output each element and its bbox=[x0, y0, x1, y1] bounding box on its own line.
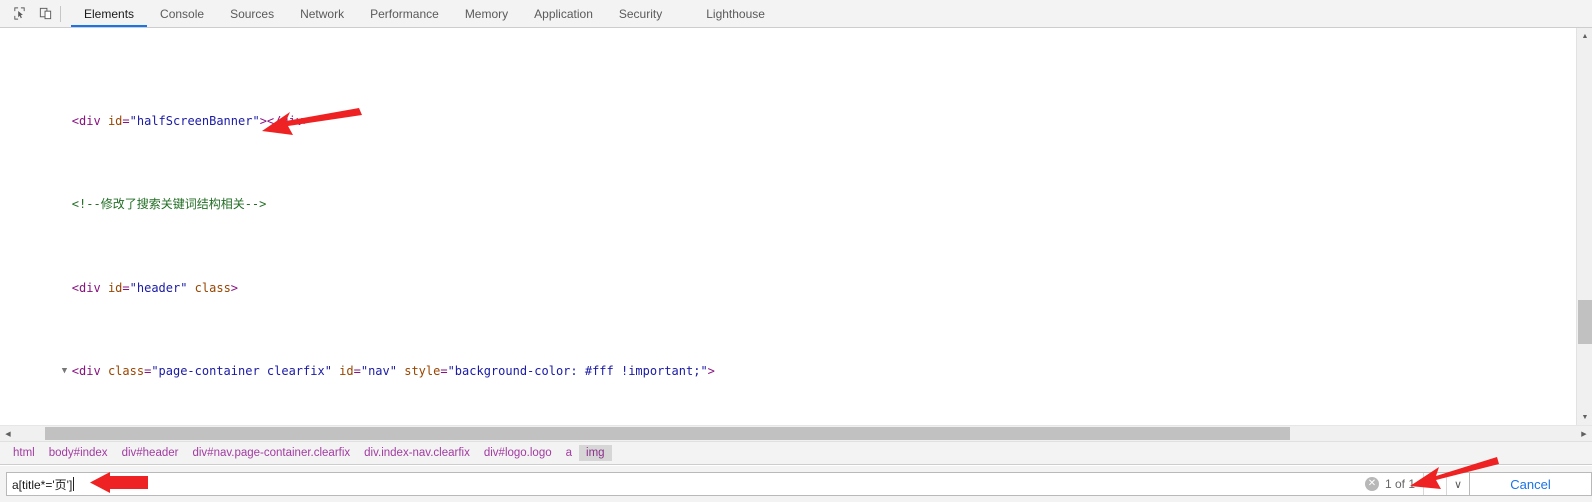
attr-value-nav: "nav" bbox=[360, 364, 397, 379]
attr-value-pagecontainer: "page-container clearfix" bbox=[151, 364, 332, 379]
disclosure-arrow: ▶ bbox=[62, 196, 72, 213]
scroll-right-glyph: ▶ bbox=[1581, 430, 1587, 438]
tab-sources[interactable]: Sources bbox=[217, 0, 287, 27]
dom-node-halfscreenbanner[interactable]: ▶<div id="halfScreenBanner"></div> bbox=[0, 96, 1570, 128]
dom-tree-vertical-scrollbar[interactable]: ▲ ▼ bbox=[1576, 28, 1592, 425]
tab-network[interactable]: Network bbox=[287, 0, 357, 27]
tab-console[interactable]: Console bbox=[147, 0, 217, 27]
tab-console-label: Console bbox=[160, 6, 205, 21]
scroll-left-icon[interactable]: ◀ bbox=[0, 426, 16, 441]
tab-application-label: Application bbox=[534, 6, 593, 21]
dom-tree: ▶<div id="halfScreenBanner"></div> ▶<!--… bbox=[0, 28, 1570, 425]
vertical-scrollbar-thumb[interactable] bbox=[1578, 300, 1592, 344]
breadcrumb-item-indexnav[interactable]: div.index-nav.clearfix bbox=[357, 445, 477, 461]
tag-name: div bbox=[79, 113, 101, 128]
text-caret bbox=[73, 477, 75, 491]
clear-search-icon[interactable]: ✕ bbox=[1364, 477, 1379, 491]
attr-value-header: "header" bbox=[129, 280, 188, 295]
breadcrumb-item-header[interactable]: div#header bbox=[115, 445, 186, 461]
tab-lighthouse[interactable]: Lighthouse bbox=[693, 0, 778, 27]
comment-text: <!--修改了搜索关键词结构相关--> bbox=[71, 197, 267, 212]
attr-name-id: id bbox=[107, 113, 123, 128]
inspect-element-icon[interactable] bbox=[6, 2, 32, 26]
devtools-window: Elements Console Sources Network Perform… bbox=[0, 0, 1592, 502]
horizontal-scrollbar-thumb[interactable] bbox=[45, 427, 1290, 440]
breadcrumb-item-logo[interactable]: div#logo.logo bbox=[477, 445, 559, 461]
scroll-right-icon[interactable]: ▶ bbox=[1576, 426, 1592, 441]
disclosure-arrow-expanded[interactable]: ▼ bbox=[62, 363, 72, 380]
tab-security[interactable]: Security bbox=[606, 0, 675, 27]
scroll-left-glyph: ◀ bbox=[5, 430, 11, 438]
tab-sources-label: Sources bbox=[230, 6, 275, 21]
scroll-down-icon[interactable]: ▼ bbox=[1577, 409, 1592, 425]
attr-value-halfscreenbanner: "halfScreenBanner" bbox=[129, 113, 260, 128]
search-controls: ✕ 1 of 1 ∧ ∨ bbox=[1364, 473, 1469, 495]
search-prev-icon[interactable]: ∧ bbox=[1423, 473, 1446, 495]
tab-performance-label: Performance bbox=[370, 6, 439, 21]
attr-value-navstyle: "background-color: #fff !important;" bbox=[447, 364, 708, 379]
attr-name-class: class bbox=[107, 364, 145, 379]
breadcrumb-item-nav[interactable]: div#nav.page-container.clearfix bbox=[185, 445, 357, 461]
close-tag-name: div bbox=[281, 113, 304, 128]
tab-elements[interactable]: Elements bbox=[71, 0, 148, 27]
breadcrumb-item-a[interactable]: a bbox=[559, 445, 579, 461]
tab-performance[interactable]: Performance bbox=[357, 0, 452, 27]
search-bar: a[title*='页'] ✕ 1 of 1 ∧ ∨ Cancel bbox=[0, 466, 1592, 502]
dom-tree-horizontal-scrollbar[interactable]: ◀ ▶ bbox=[0, 425, 1592, 441]
breadcrumb: html body#index div#header div#nav.page-… bbox=[0, 441, 1592, 465]
device-toolbar-icon[interactable] bbox=[32, 2, 58, 26]
tab-application[interactable]: Application bbox=[521, 0, 606, 27]
dom-node-header[interactable]: ▶<div id="header" class> bbox=[0, 263, 1570, 295]
search-input-value: a[title*='页'] bbox=[12, 477, 73, 492]
disclosure-arrow: ▶ bbox=[62, 280, 72, 297]
dom-node-nav[interactable]: ▼ <div class="page-container clearfix" id… bbox=[0, 346, 1570, 378]
dom-tree-panel[interactable]: ▶<div id="halfScreenBanner"></div> ▶<!--… bbox=[0, 28, 1570, 425]
cancel-search-button[interactable]: Cancel bbox=[1470, 472, 1592, 496]
scroll-down-glyph: ▼ bbox=[1581, 413, 1589, 421]
attr-name-class: class bbox=[194, 280, 231, 295]
attr-name-id: id bbox=[107, 280, 123, 295]
panel-tab-list: Elements Console Sources Network Perform… bbox=[71, 0, 778, 27]
breadcrumb-item-img[interactable]: img bbox=[579, 445, 612, 461]
scroll-up-glyph: ▲ bbox=[1581, 32, 1589, 40]
tab-memory[interactable]: Memory bbox=[452, 0, 521, 27]
breadcrumb-item-html[interactable]: html bbox=[6, 445, 42, 461]
toolbar-divider bbox=[60, 5, 61, 22]
toolbar-icon-group bbox=[0, 0, 71, 27]
dom-node-comment[interactable]: ▶<!--修改了搜索关键词结构相关--> bbox=[0, 179, 1570, 211]
search-match-count: 1 of 1 bbox=[1384, 477, 1415, 491]
tag-name: div bbox=[79, 280, 101, 295]
breadcrumb-item-body[interactable]: body#index bbox=[42, 445, 115, 461]
scroll-up-icon[interactable]: ▲ bbox=[1577, 28, 1592, 44]
search-next-icon[interactable]: ∨ bbox=[1446, 473, 1469, 495]
tab-memory-label: Memory bbox=[464, 6, 509, 21]
attr-name-style: style bbox=[404, 364, 441, 379]
devtools-toolbar: Elements Console Sources Network Perform… bbox=[0, 0, 1592, 28]
tab-security-label: Security bbox=[618, 6, 663, 21]
tab-lighthouse-label: Lighthouse bbox=[706, 6, 765, 21]
attr-name-id: id bbox=[339, 364, 354, 379]
disclosure-arrow: ▶ bbox=[62, 113, 72, 130]
tag-name: div bbox=[79, 364, 101, 379]
tab-elements-label: Elements bbox=[84, 6, 135, 21]
tab-network-label: Network bbox=[300, 6, 345, 21]
search-input[interactable]: a[title*='页'] ✕ 1 of 1 ∧ ∨ bbox=[6, 472, 1470, 496]
